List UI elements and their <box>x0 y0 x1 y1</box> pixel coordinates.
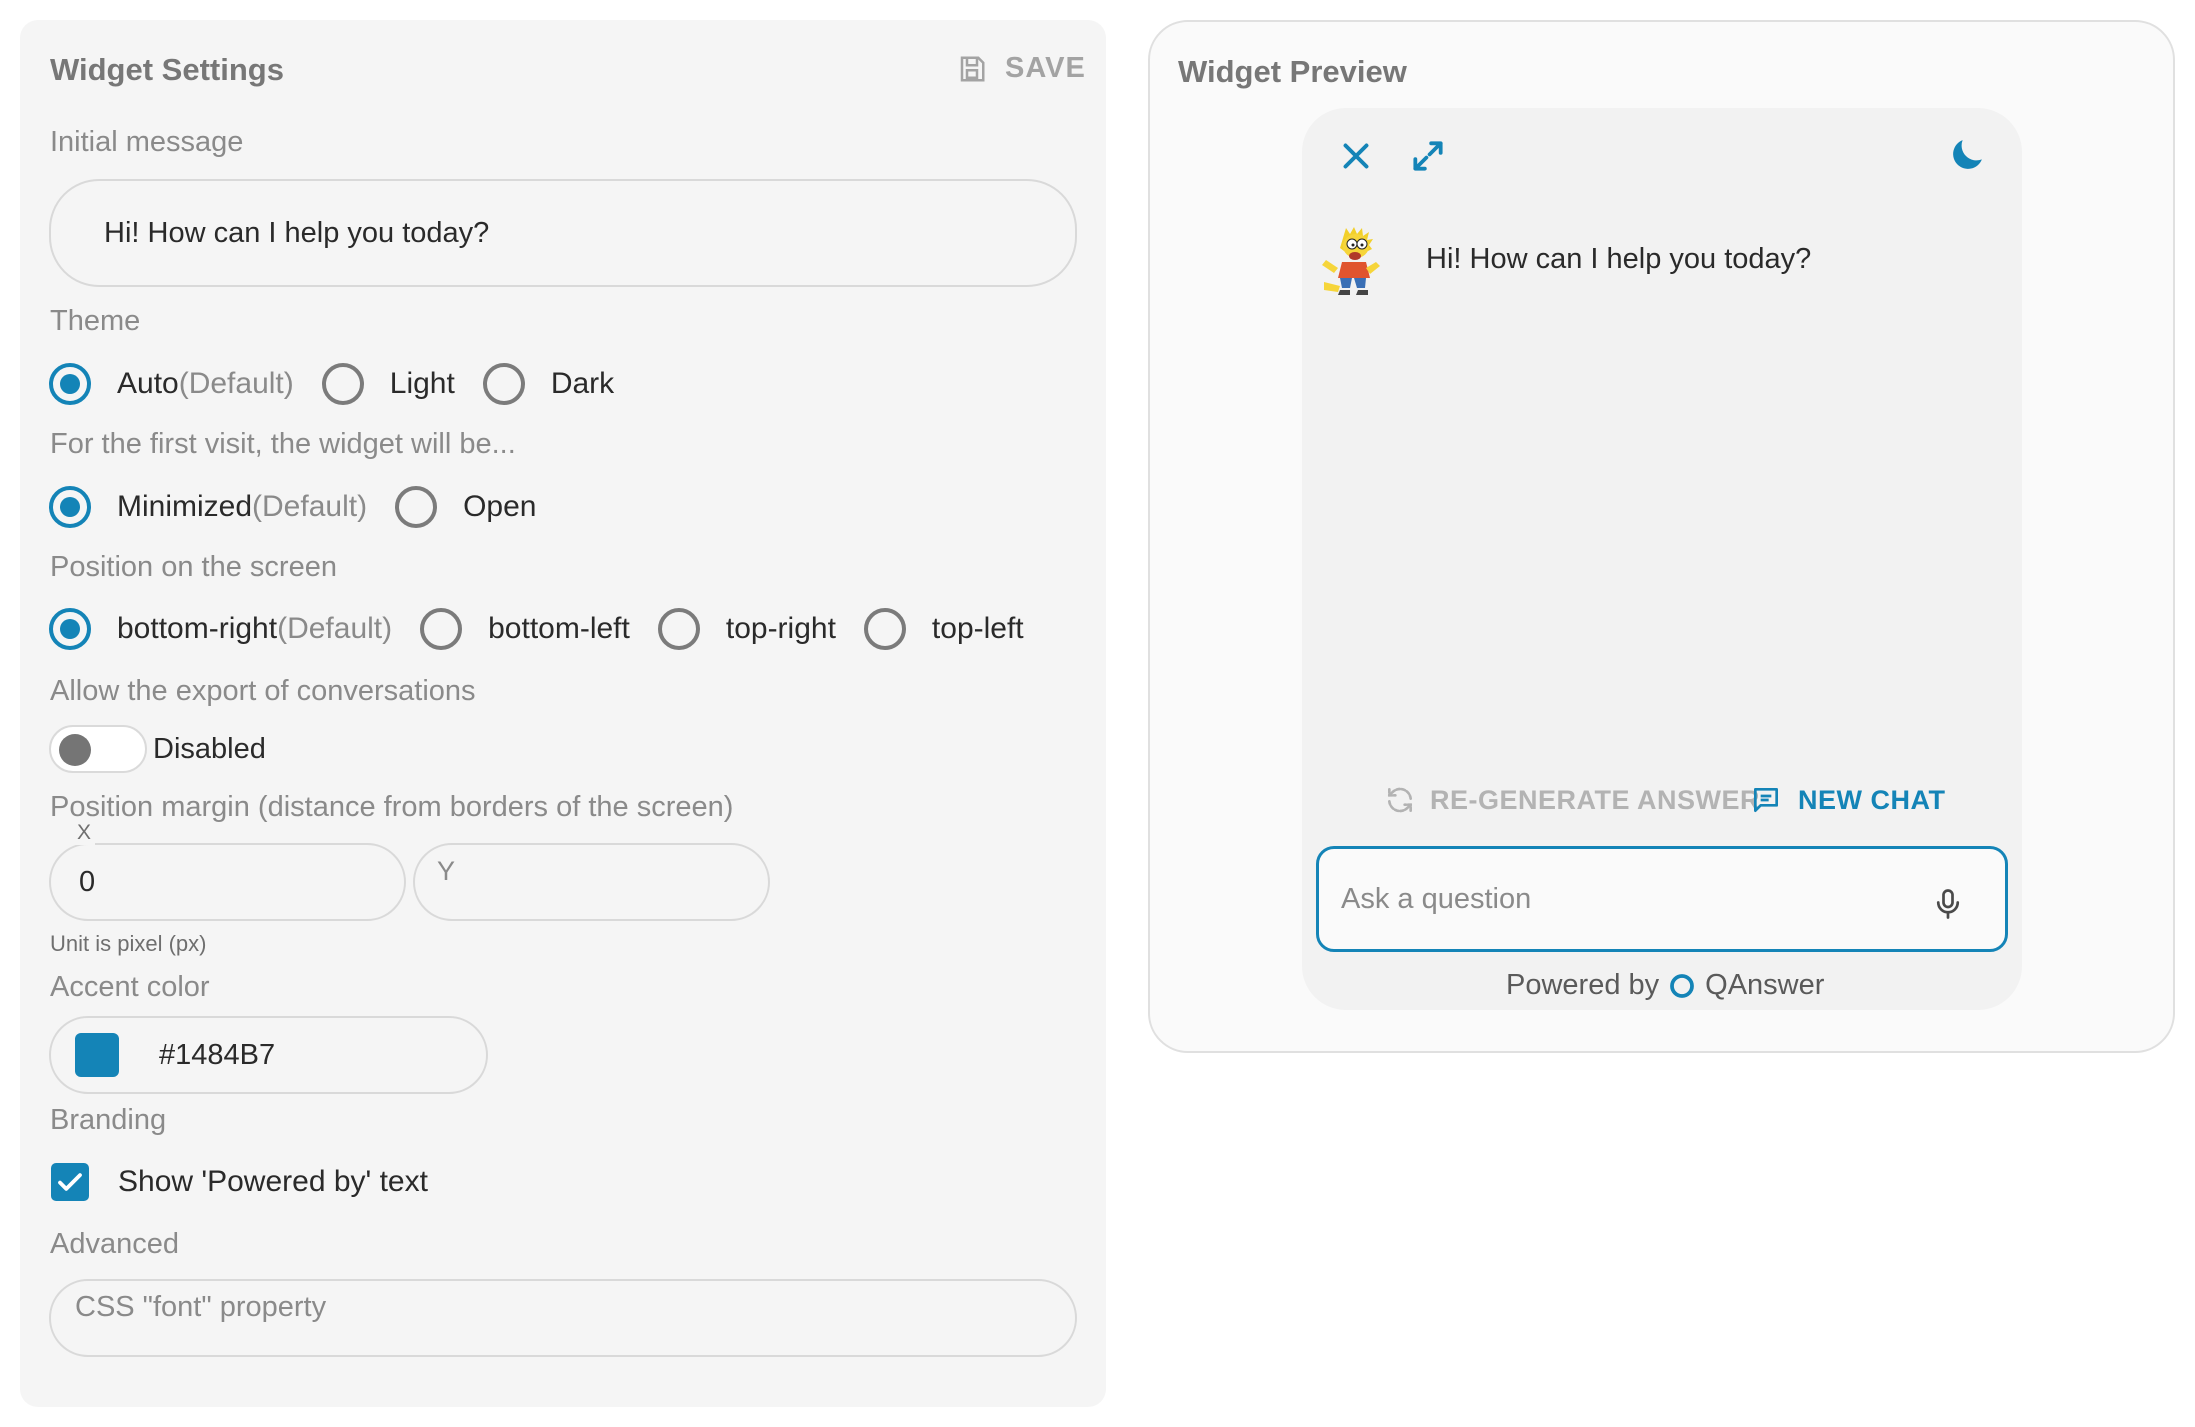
first-visit-radio-open[interactable]: Open <box>395 486 536 528</box>
settings-title: Widget Settings <box>50 52 284 87</box>
position-radio-bottom-right[interactable]: bottom-right (Default) <box>49 608 392 650</box>
position-radio-top-left[interactable]: top-left <box>863 608 1024 650</box>
powered-by-brand[interactable]: QAnswer <box>1705 969 1824 1002</box>
regenerate-button[interactable]: RE-GENERATE ANSWER <box>1384 784 1760 816</box>
close-icon[interactable] <box>1338 138 1374 174</box>
position-radio-group: bottom-right (Default) bottom-left top-ri… <box>49 608 1024 650</box>
save-icon <box>960 56 985 81</box>
radio-checked-icon <box>49 608 91 650</box>
margin-y-input[interactable] <box>413 843 770 921</box>
show-powered-by-checkbox[interactable] <box>51 1163 89 1201</box>
css-font-placeholder: CSS "font" property <box>75 1291 327 1323</box>
check-icon <box>58 1173 82 1191</box>
toggle-thumb <box>59 734 91 766</box>
theme-radio-auto[interactable]: Auto (Default) <box>49 363 294 405</box>
accent-color-value: #1484B7 <box>159 1038 276 1071</box>
margin-x-label: X <box>73 821 96 845</box>
accent-color-label: Accent color <box>50 971 210 1003</box>
bot-avatar <box>1322 227 1380 295</box>
radio-unchecked-icon <box>395 486 438 528</box>
theme-label: Theme <box>50 305 141 337</box>
first-visit-radio-group: Minimized (Default) Open <box>49 486 536 528</box>
chat-icon <box>1754 788 1778 812</box>
position-bottom-right-label: bottom-right <box>117 612 278 645</box>
refresh-icon <box>1388 787 1412 813</box>
preview-title: Widget Preview <box>1178 54 1407 89</box>
save-label: SAVE <box>1005 52 1086 84</box>
position-radio-top-right[interactable]: top-right <box>657 608 836 650</box>
position-top-left-label: top-left <box>931 612 1024 645</box>
radio-unchecked-icon <box>420 608 463 650</box>
position-radio-bottom-left[interactable]: bottom-left <box>420 608 630 650</box>
theme-dark-label: Dark <box>550 367 615 400</box>
theme-radio-dark[interactable]: Dark <box>482 363 615 405</box>
radio-unchecked-icon <box>321 363 364 405</box>
first-visit-open-label: Open <box>463 490 537 523</box>
radio-unchecked-icon <box>863 608 906 650</box>
theme-radio-group: Auto (Default) Light Dark <box>49 363 614 405</box>
moon-icon[interactable] <box>1946 134 1988 176</box>
ask-question-placeholder: Ask a question <box>1341 883 1532 915</box>
default-tag: (Default) <box>277 612 393 645</box>
theme-radio-light[interactable]: Light <box>321 363 455 405</box>
export-toggle-label: Disabled <box>153 733 266 765</box>
accent-color-swatch[interactable] <box>75 1033 119 1077</box>
first-visit-label: For the first visit, the widget will be.… <box>50 428 516 460</box>
advanced-label: Advanced <box>50 1228 179 1260</box>
qanswer-logo-icon <box>1670 973 1695 998</box>
default-tag: (Default) <box>178 367 294 400</box>
theme-light-label: Light <box>389 367 455 400</box>
new-chat-label: NEW CHAT <box>1798 784 1946 815</box>
margin-label: Position margin (distance from borders o… <box>50 791 734 823</box>
save-button[interactable]: SAVE <box>957 52 1086 85</box>
show-powered-by-label: Show 'Powered by' text <box>118 1165 428 1198</box>
margin-x-value: 0 <box>79 865 96 898</box>
expand-icon[interactable] <box>1409 137 1447 175</box>
radio-checked-icon <box>49 363 91 405</box>
theme-auto-label: Auto <box>117 367 179 400</box>
margin-y-label: Y <box>437 856 456 886</box>
powered-by-prefix: Powered by <box>1506 969 1660 1001</box>
export-toggle[interactable] <box>49 725 147 773</box>
first-visit-minimized-label: Minimized <box>117 490 253 523</box>
regenerate-label: RE-GENERATE ANSWER <box>1430 784 1761 815</box>
initial-message-label: Initial message <box>50 126 244 158</box>
initial-message-value: Hi! How can I help you today? <box>104 216 490 249</box>
default-tag: (Default) <box>252 490 368 523</box>
microphone-icon[interactable] <box>1930 886 1966 922</box>
initial-message-input[interactable]: Hi! How can I help you today? <box>49 179 1077 287</box>
position-top-right-label: top-right <box>725 612 836 645</box>
accent-color-input[interactable]: #1484B7 <box>49 1016 488 1094</box>
margin-x-input[interactable]: 0 <box>49 843 406 921</box>
export-label: Allow the export of conversations <box>50 675 476 707</box>
branding-label: Branding <box>50 1104 167 1136</box>
radio-unchecked-icon <box>482 363 525 405</box>
first-visit-radio-minimized[interactable]: Minimized (Default) <box>49 486 367 528</box>
radio-unchecked-icon <box>657 608 700 650</box>
unit-hint: Unit is pixel (px) <box>50 931 207 956</box>
radio-checked-icon <box>49 486 91 528</box>
powered-by: Powered by QAnswer <box>1506 969 1824 1002</box>
position-bottom-left-label: bottom-left <box>488 612 630 645</box>
bot-message: Hi! How can I help you today? <box>1426 243 1812 275</box>
css-font-input[interactable]: CSS "font" property <box>49 1279 1077 1357</box>
new-chat-button[interactable]: NEW CHAT <box>1750 784 1945 816</box>
position-label: Position on the screen <box>50 551 337 583</box>
